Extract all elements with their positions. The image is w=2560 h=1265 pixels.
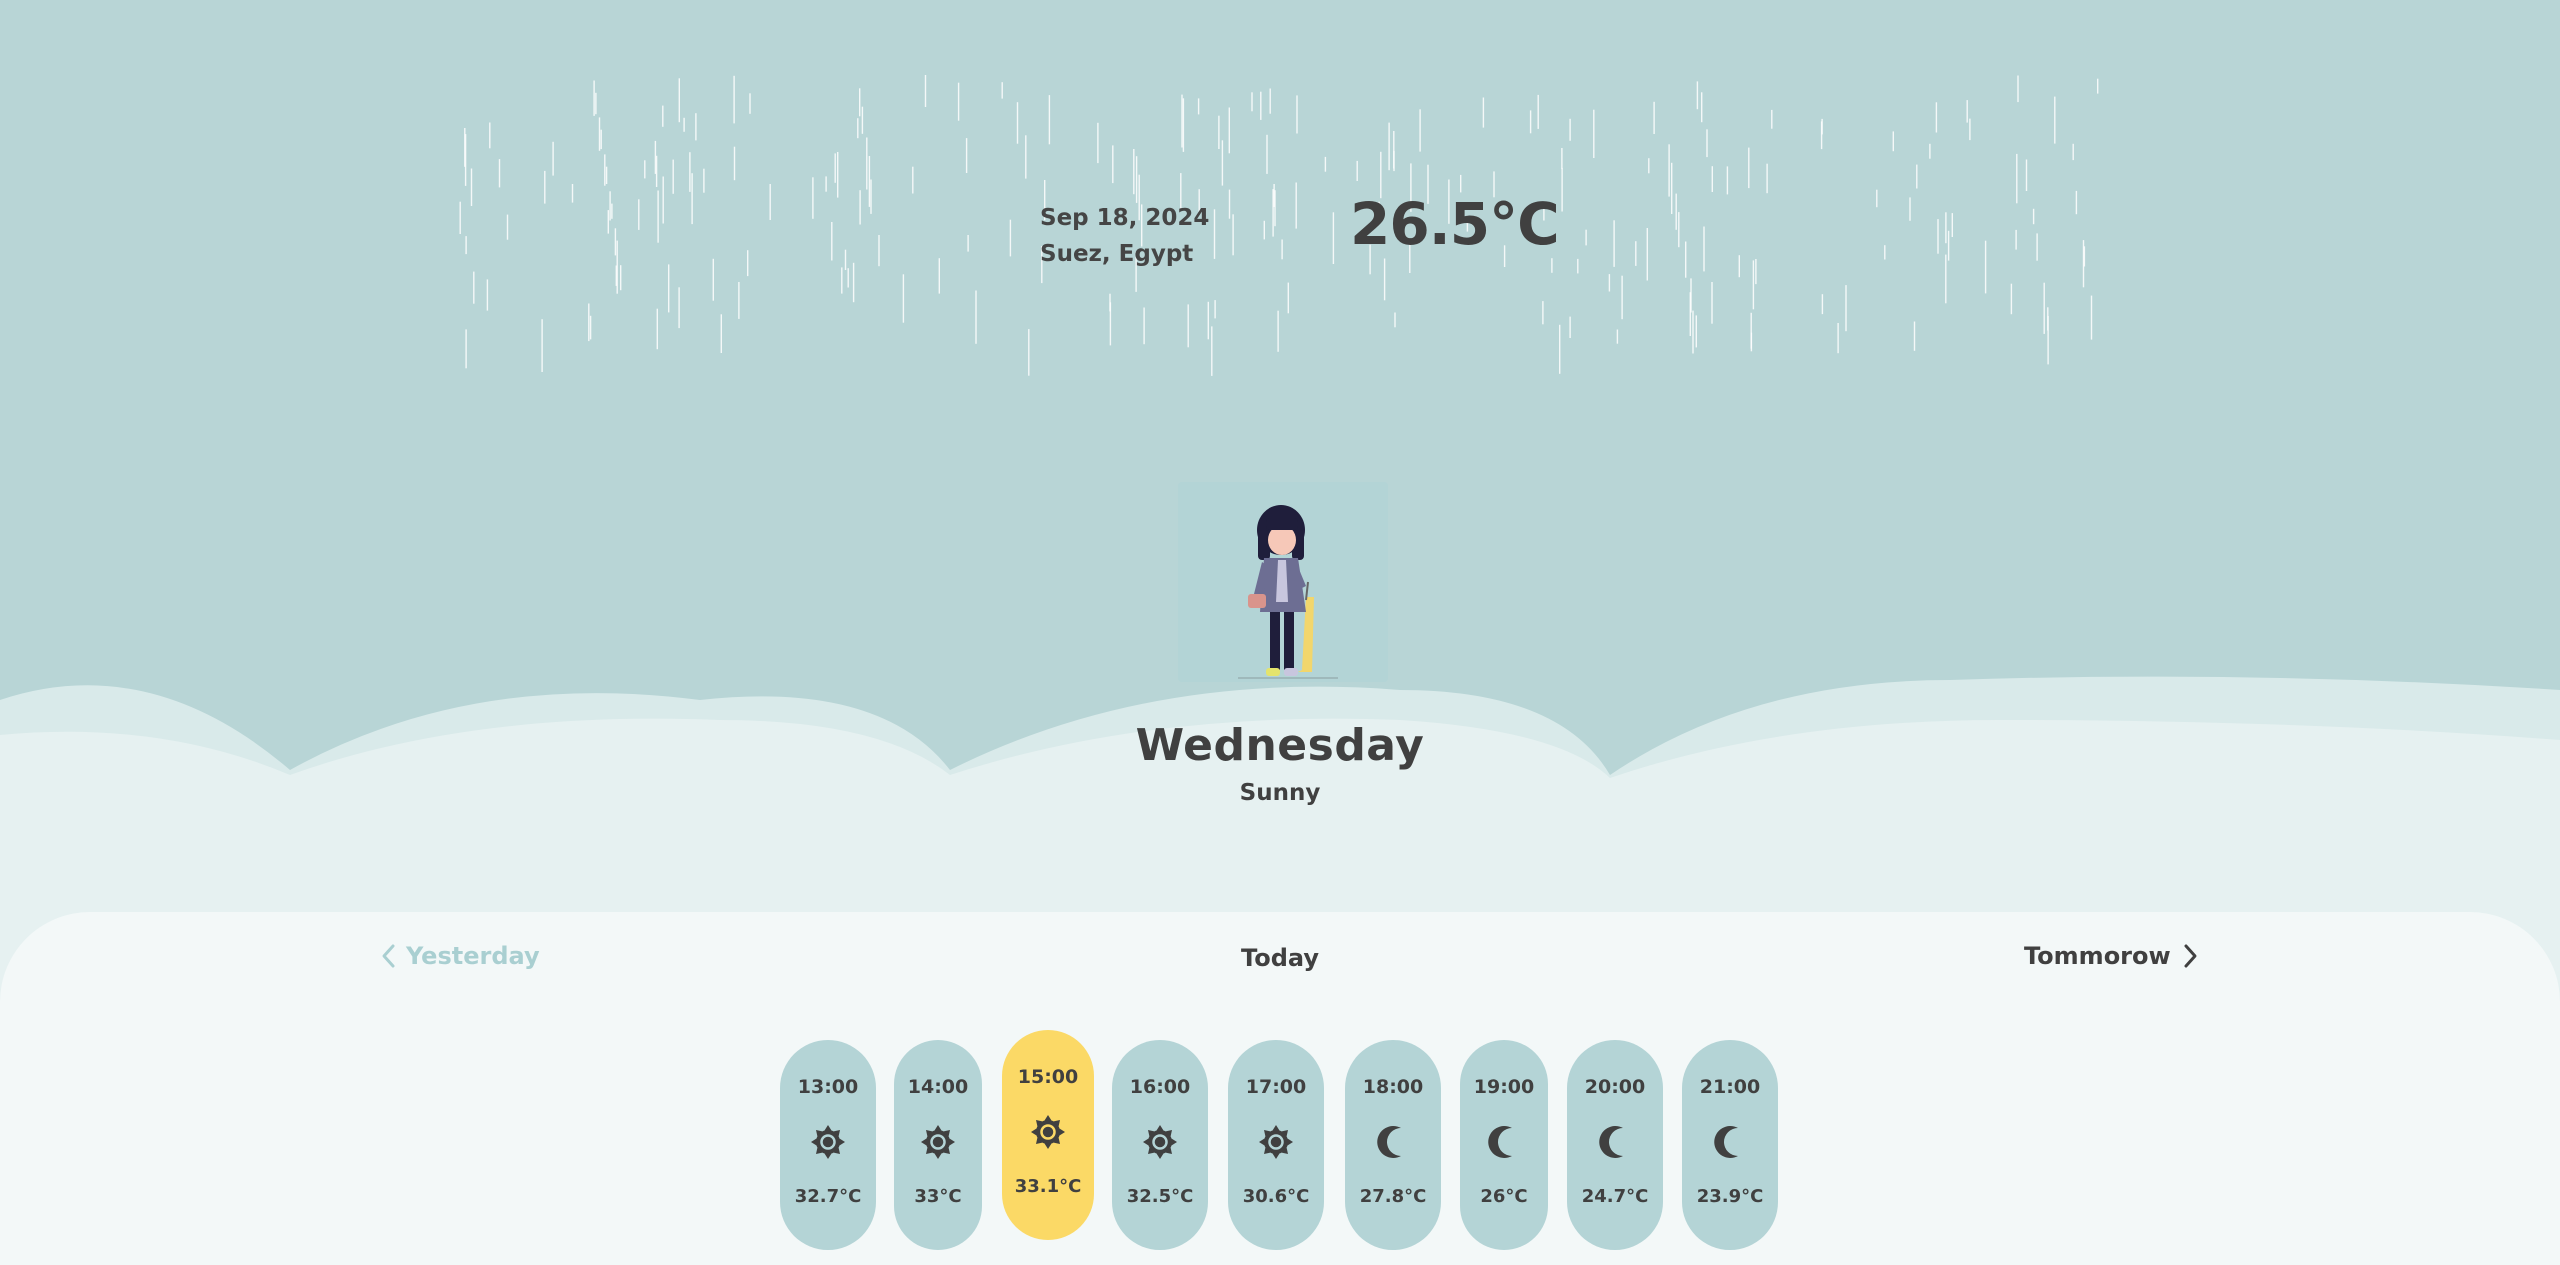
sun-icon	[1254, 1120, 1298, 1164]
hourly-forecast-panel: Yesterday Today Tommorow 13:00 32.7°C 14:0…	[0, 912, 2560, 1265]
hour-time: 18:00	[1362, 1076, 1424, 1098]
current-date: Sep 18, 2024	[1040, 205, 1210, 231]
rain-animation	[459, 75, 2099, 376]
sun-icon	[806, 1120, 850, 1164]
hour-temperature: 33°C	[914, 1186, 962, 1207]
date-location-block: Sep 18, 2024 Suez, Egypt	[1040, 200, 1209, 272]
sun-icon	[916, 1120, 960, 1164]
hour-card[interactable]: 13:00 32.7°C	[780, 1040, 876, 1250]
hour-time: 20:00	[1584, 1076, 1646, 1098]
moon-icon	[1371, 1120, 1415, 1164]
hour-card[interactable]: 17:00 30.6°C	[1228, 1040, 1324, 1250]
hour-time: 15:00	[1017, 1066, 1079, 1088]
yesterday-label: Yesterday	[406, 942, 540, 970]
hour-temperature: 27.8°C	[1359, 1186, 1427, 1207]
hour-temperature: 23.9°C	[1696, 1186, 1764, 1207]
hour-temperature: 32.7°C	[794, 1186, 862, 1207]
hour-time: 21:00	[1699, 1076, 1761, 1098]
hour-temperature: 33.1°C	[1014, 1176, 1082, 1197]
hour-time: 17:00	[1245, 1076, 1307, 1098]
moon-icon	[1708, 1120, 1752, 1164]
today-button[interactable]: Today	[1241, 944, 1319, 972]
sun-icon	[1026, 1110, 1070, 1154]
girl-with-umbrella-illustration	[1178, 482, 1388, 682]
hour-card[interactable]: 18:00 27.8°C	[1345, 1040, 1441, 1250]
moon-icon	[1482, 1120, 1526, 1164]
hour-card[interactable]: 15:00 33.1°C	[1002, 1030, 1094, 1240]
hour-time: 19:00	[1473, 1076, 1535, 1098]
sun-icon	[1138, 1120, 1182, 1164]
hour-temperature: 32.5°C	[1126, 1186, 1194, 1207]
hour-card[interactable]: 20:00 24.7°C	[1567, 1040, 1663, 1250]
weather-app: Sep 18, 2024 Suez, Egypt 26.5°C Wednesda…	[0, 0, 2560, 1265]
moon-icon	[1593, 1120, 1637, 1164]
current-temperature: 26.5°C	[1350, 190, 1560, 258]
yesterday-button[interactable]: Yesterday	[380, 942, 540, 970]
hour-temperature: 30.6°C	[1242, 1186, 1310, 1207]
chevron-right-icon	[2184, 944, 2197, 968]
hour-card[interactable]: 14:00 33°C	[894, 1040, 982, 1250]
hour-card[interactable]: 19:00 26°C	[1460, 1040, 1548, 1250]
hour-temperature: 24.7°C	[1581, 1186, 1649, 1207]
day-name: Wednesday	[1135, 720, 1425, 771]
hour-time: 16:00	[1129, 1076, 1191, 1098]
current-location: Suez, Egypt	[1040, 241, 1194, 267]
hour-time: 13:00	[797, 1076, 859, 1098]
hour-temperature: 26°C	[1480, 1186, 1528, 1207]
chevron-left-icon	[382, 944, 395, 968]
hour-card[interactable]: 21:00 23.9°C	[1682, 1040, 1778, 1250]
hour-card[interactable]: 16:00 32.5°C	[1112, 1040, 1208, 1250]
hour-time: 14:00	[907, 1076, 969, 1098]
tomorrow-button[interactable]: Tommorow	[2024, 942, 2199, 970]
tomorrow-label: Tommorow	[2024, 942, 2171, 970]
day-condition: Sunny	[1239, 780, 1321, 806]
